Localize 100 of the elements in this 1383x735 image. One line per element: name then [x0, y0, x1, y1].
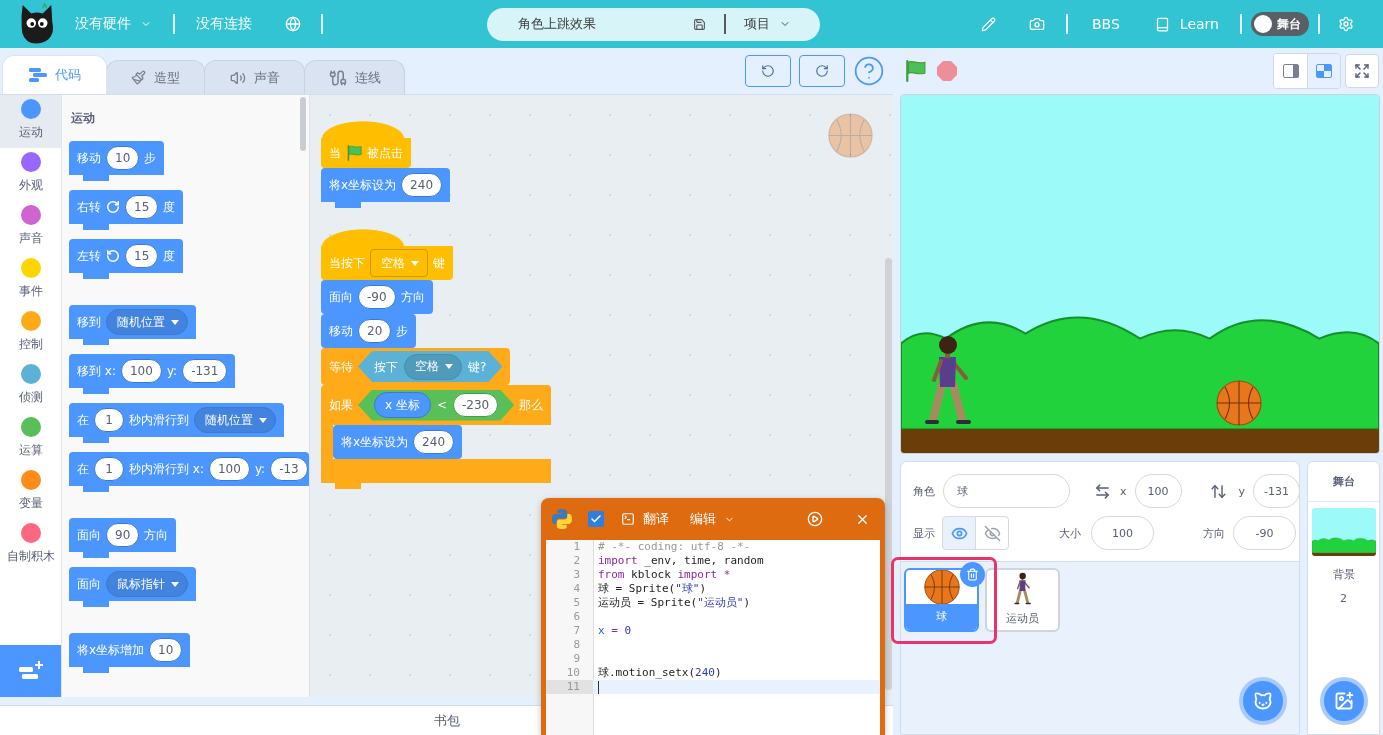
- backdrop-thumbnail[interactable]: [1311, 508, 1376, 556]
- brush-icon: [131, 70, 146, 85]
- block-label: 当按下: [329, 255, 365, 271]
- block-label: 将x坐标设为: [329, 177, 397, 193]
- checkbox[interactable]: [588, 511, 604, 527]
- help-icon[interactable]: [853, 55, 885, 87]
- category-item[interactable]: 声音: [0, 201, 61, 254]
- delete-button[interactable]: [960, 562, 985, 587]
- category-item[interactable]: 侦测: [0, 360, 61, 413]
- python-logo-icon: [551, 508, 573, 530]
- number-input[interactable]: -230: [453, 393, 499, 417]
- category-item[interactable]: 外观: [0, 148, 61, 201]
- number-input[interactable]: 15: [125, 195, 159, 219]
- add-backdrop-button[interactable]: [1320, 677, 1368, 725]
- block-label: x 坐标: [385, 397, 420, 413]
- terminal-icon: [621, 512, 635, 526]
- number-input[interactable]: -131: [182, 359, 228, 383]
- stage-pane-header[interactable]: 舞台: [1308, 462, 1379, 502]
- c-block[interactable]: 如果 x 坐标 < -230 那么 将x坐标设为 240: [321, 385, 552, 489]
- category-item[interactable]: 自制积木: [0, 519, 61, 572]
- code-block[interactable]: 面向 90 方向: [69, 518, 177, 558]
- block-label: 面向: [77, 576, 101, 592]
- stop-icon[interactable]: [937, 61, 957, 81]
- settings-icon[interactable]: [1338, 16, 1354, 32]
- block-label: 键?: [468, 358, 487, 375]
- extension-button[interactable]: [0, 645, 61, 697]
- play-icon[interactable]: [807, 511, 823, 527]
- dropdown-menu[interactable]: 随机位置: [106, 309, 188, 335]
- code-block[interactable]: 面向 鼠标指针: [69, 567, 196, 607]
- project-title[interactable]: 角色上跳效果: [518, 15, 693, 33]
- code-block[interactable]: 移到 随机位置: [69, 305, 196, 345]
- caret-icon: [171, 319, 179, 325]
- number-input[interactable]: 100: [208, 457, 250, 481]
- hide-button[interactable]: [975, 516, 1009, 550]
- stage-size-button[interactable]: [1307, 54, 1340, 88]
- basketball-sprite: [1216, 380, 1262, 426]
- scrollbar-thumb[interactable]: [885, 258, 892, 690]
- number-input[interactable]: 240: [401, 173, 442, 197]
- number-input[interactable]: 100: [120, 359, 162, 383]
- code-line: x = 0: [597, 624, 633, 638]
- tab[interactable]: 造型: [106, 60, 205, 94]
- dropdown-menu[interactable]: 鼠标指针: [106, 571, 188, 597]
- code-block[interactable]: 移到 x: 100 y: -131: [69, 354, 236, 394]
- category-item[interactable]: 控制: [0, 307, 61, 360]
- category-item[interactable]: 变量: [0, 466, 61, 519]
- dropdown-menu[interactable]: 随机位置: [194, 407, 276, 433]
- number-input[interactable]: -13: [270, 457, 308, 481]
- number-input[interactable]: 240: [413, 430, 454, 454]
- block-label: 在: [77, 461, 89, 477]
- pencil-icon[interactable]: [981, 16, 996, 32]
- code-block[interactable]: 左转 15 度: [69, 239, 184, 279]
- number-input[interactable]: 10: [149, 638, 183, 662]
- globe-icon[interactable]: [285, 16, 301, 32]
- code-block[interactable]: 移动 20 步: [321, 314, 417, 348]
- tab[interactable]: 声音: [204, 60, 305, 94]
- backdrop-label: 背景: [1332, 567, 1355, 582]
- number-input[interactable]: 1: [94, 408, 124, 432]
- redo-button[interactable]: [799, 55, 845, 87]
- number-input[interactable]: -90: [358, 285, 396, 309]
- block-label: 秒内滑行到 x:: [129, 461, 204, 477]
- code-block[interactable]: 右转 15 度: [69, 190, 184, 230]
- camera-icon[interactable]: [1029, 16, 1045, 32]
- code-block[interactable]: 将x坐标增加 10: [69, 633, 191, 673]
- code-block[interactable]: 在 1 秒内滑行到 随机位置: [69, 403, 284, 443]
- number-input[interactable]: 20: [358, 319, 392, 343]
- number-input[interactable]: 15: [125, 244, 159, 268]
- project-menu[interactable]: 项目: [744, 15, 791, 33]
- category-item[interactable]: 运动: [0, 95, 61, 148]
- field-label: x: [1120, 484, 1127, 498]
- number-input[interactable]: 90: [106, 523, 140, 547]
- block-label: 移动: [329, 323, 353, 339]
- add-sprite-button[interactable]: [1239, 677, 1287, 725]
- flag-icon[interactable]: [904, 60, 926, 82]
- block-label: 当: [329, 145, 341, 161]
- stage-toggle[interactable]: 舞台: [1251, 12, 1309, 36]
- backdrop-count: 2: [1340, 592, 1347, 605]
- fullscreen-button[interactable]: [1345, 54, 1379, 88]
- block-label: 移到 x:: [77, 363, 116, 379]
- tab[interactable]: 连线: [304, 60, 405, 94]
- cat-logo-icon[interactable]: [18, 3, 56, 45]
- show-button[interactable]: [942, 516, 976, 550]
- save-icon[interactable]: [693, 17, 706, 31]
- block-label: 左转: [77, 248, 101, 264]
- code-block[interactable]: 将x坐标设为 240: [333, 425, 462, 459]
- number-input[interactable]: 10: [106, 146, 140, 170]
- number-input[interactable]: 1: [94, 457, 124, 481]
- undo-button[interactable]: [745, 55, 791, 87]
- code-block[interactable]: 在 1 秒内滑行到 x: 100 y: -13: [69, 452, 309, 492]
- block-label: 方向: [144, 527, 169, 543]
- category-item[interactable]: 运算: [0, 413, 61, 466]
- scrollbar-thumb[interactable]: [300, 97, 306, 151]
- code-block[interactable]: 将x坐标设为 240: [321, 168, 450, 208]
- redo-icon: [815, 64, 829, 78]
- category-item[interactable]: 事件: [0, 254, 61, 307]
- code-block[interactable]: 移动 10 步: [69, 141, 165, 181]
- condition-block[interactable]: x 坐标 < -230: [358, 389, 515, 421]
- code-block[interactable]: 面向 -90 方向: [321, 280, 433, 314]
- block-label: 度: [163, 248, 176, 264]
- line-number: 4: [572, 582, 581, 596]
- sprite-tile[interactable]: 运动员: [985, 568, 1060, 632]
